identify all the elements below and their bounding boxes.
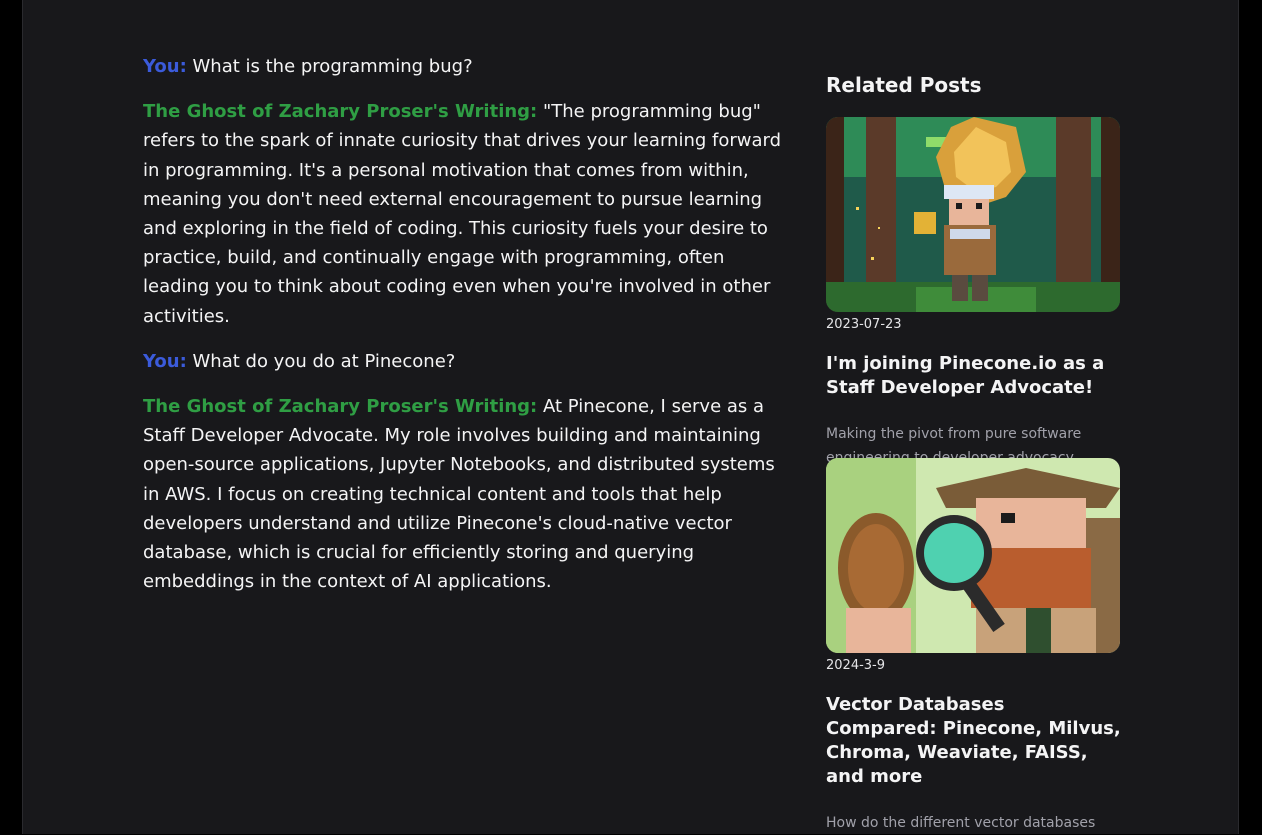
speaker-label-you: You: — [143, 56, 187, 77]
message-text: What do you do at Pinecone? — [192, 350, 456, 372]
message-text: "The programming bug" refers to the spar… — [143, 101, 782, 327]
related-post-card[interactable]: 2024-3-9 Vector Databases Compared: Pine… — [826, 458, 1121, 835]
post-date: 2023-07-23 — [826, 317, 902, 332]
speaker-label-you: You: — [143, 350, 187, 372]
chat-message-bot: The Ghost of Zachary Proser's Writing: "… — [143, 97, 783, 331]
post-title-link[interactable]: I'm joining Pinecone.io as a Staff Devel… — [826, 352, 1121, 400]
message-text: At Pinecone, I serve as a Staff Develope… — [143, 396, 775, 593]
post-description: How do the different vector databases — [826, 815, 1096, 831]
related-post-card[interactable]: 2023-07-23 I'm joining Pinecone.io as a … — [826, 117, 1121, 470]
post-date: 2024-3-9 — [826, 658, 886, 673]
message-text: What is the programming bug? — [192, 56, 473, 77]
pixel-art-explorer-pinecone-magnifier-image[interactable] — [826, 458, 1120, 653]
related-posts-sidebar: Related Posts 2023-07-23 I'm joining Pin… — [826, 70, 1121, 835]
chat-message-user: You: What do you do at Pinecone? — [143, 347, 783, 376]
chat-message-user: You: What is the programming bug? — [143, 52, 783, 81]
post-title-link[interactable]: Vector Databases Compared: Pinecone, Mil… — [826, 693, 1121, 789]
pixel-art-explorer-forest-image[interactable] — [826, 117, 1120, 312]
page-content: You: What is the programming bug? The Gh… — [22, 0, 1239, 834]
speaker-label-ghost: The Ghost of Zachary Proser's Writing: — [143, 396, 538, 418]
related-posts-heading: Related Posts — [826, 73, 982, 97]
chat-transcript: You: What is the programming bug? The Gh… — [143, 52, 783, 612]
chat-message-bot: The Ghost of Zachary Proser's Writing: A… — [143, 392, 783, 596]
speaker-label-ghost: The Ghost of Zachary Proser's Writing: — [143, 101, 538, 123]
